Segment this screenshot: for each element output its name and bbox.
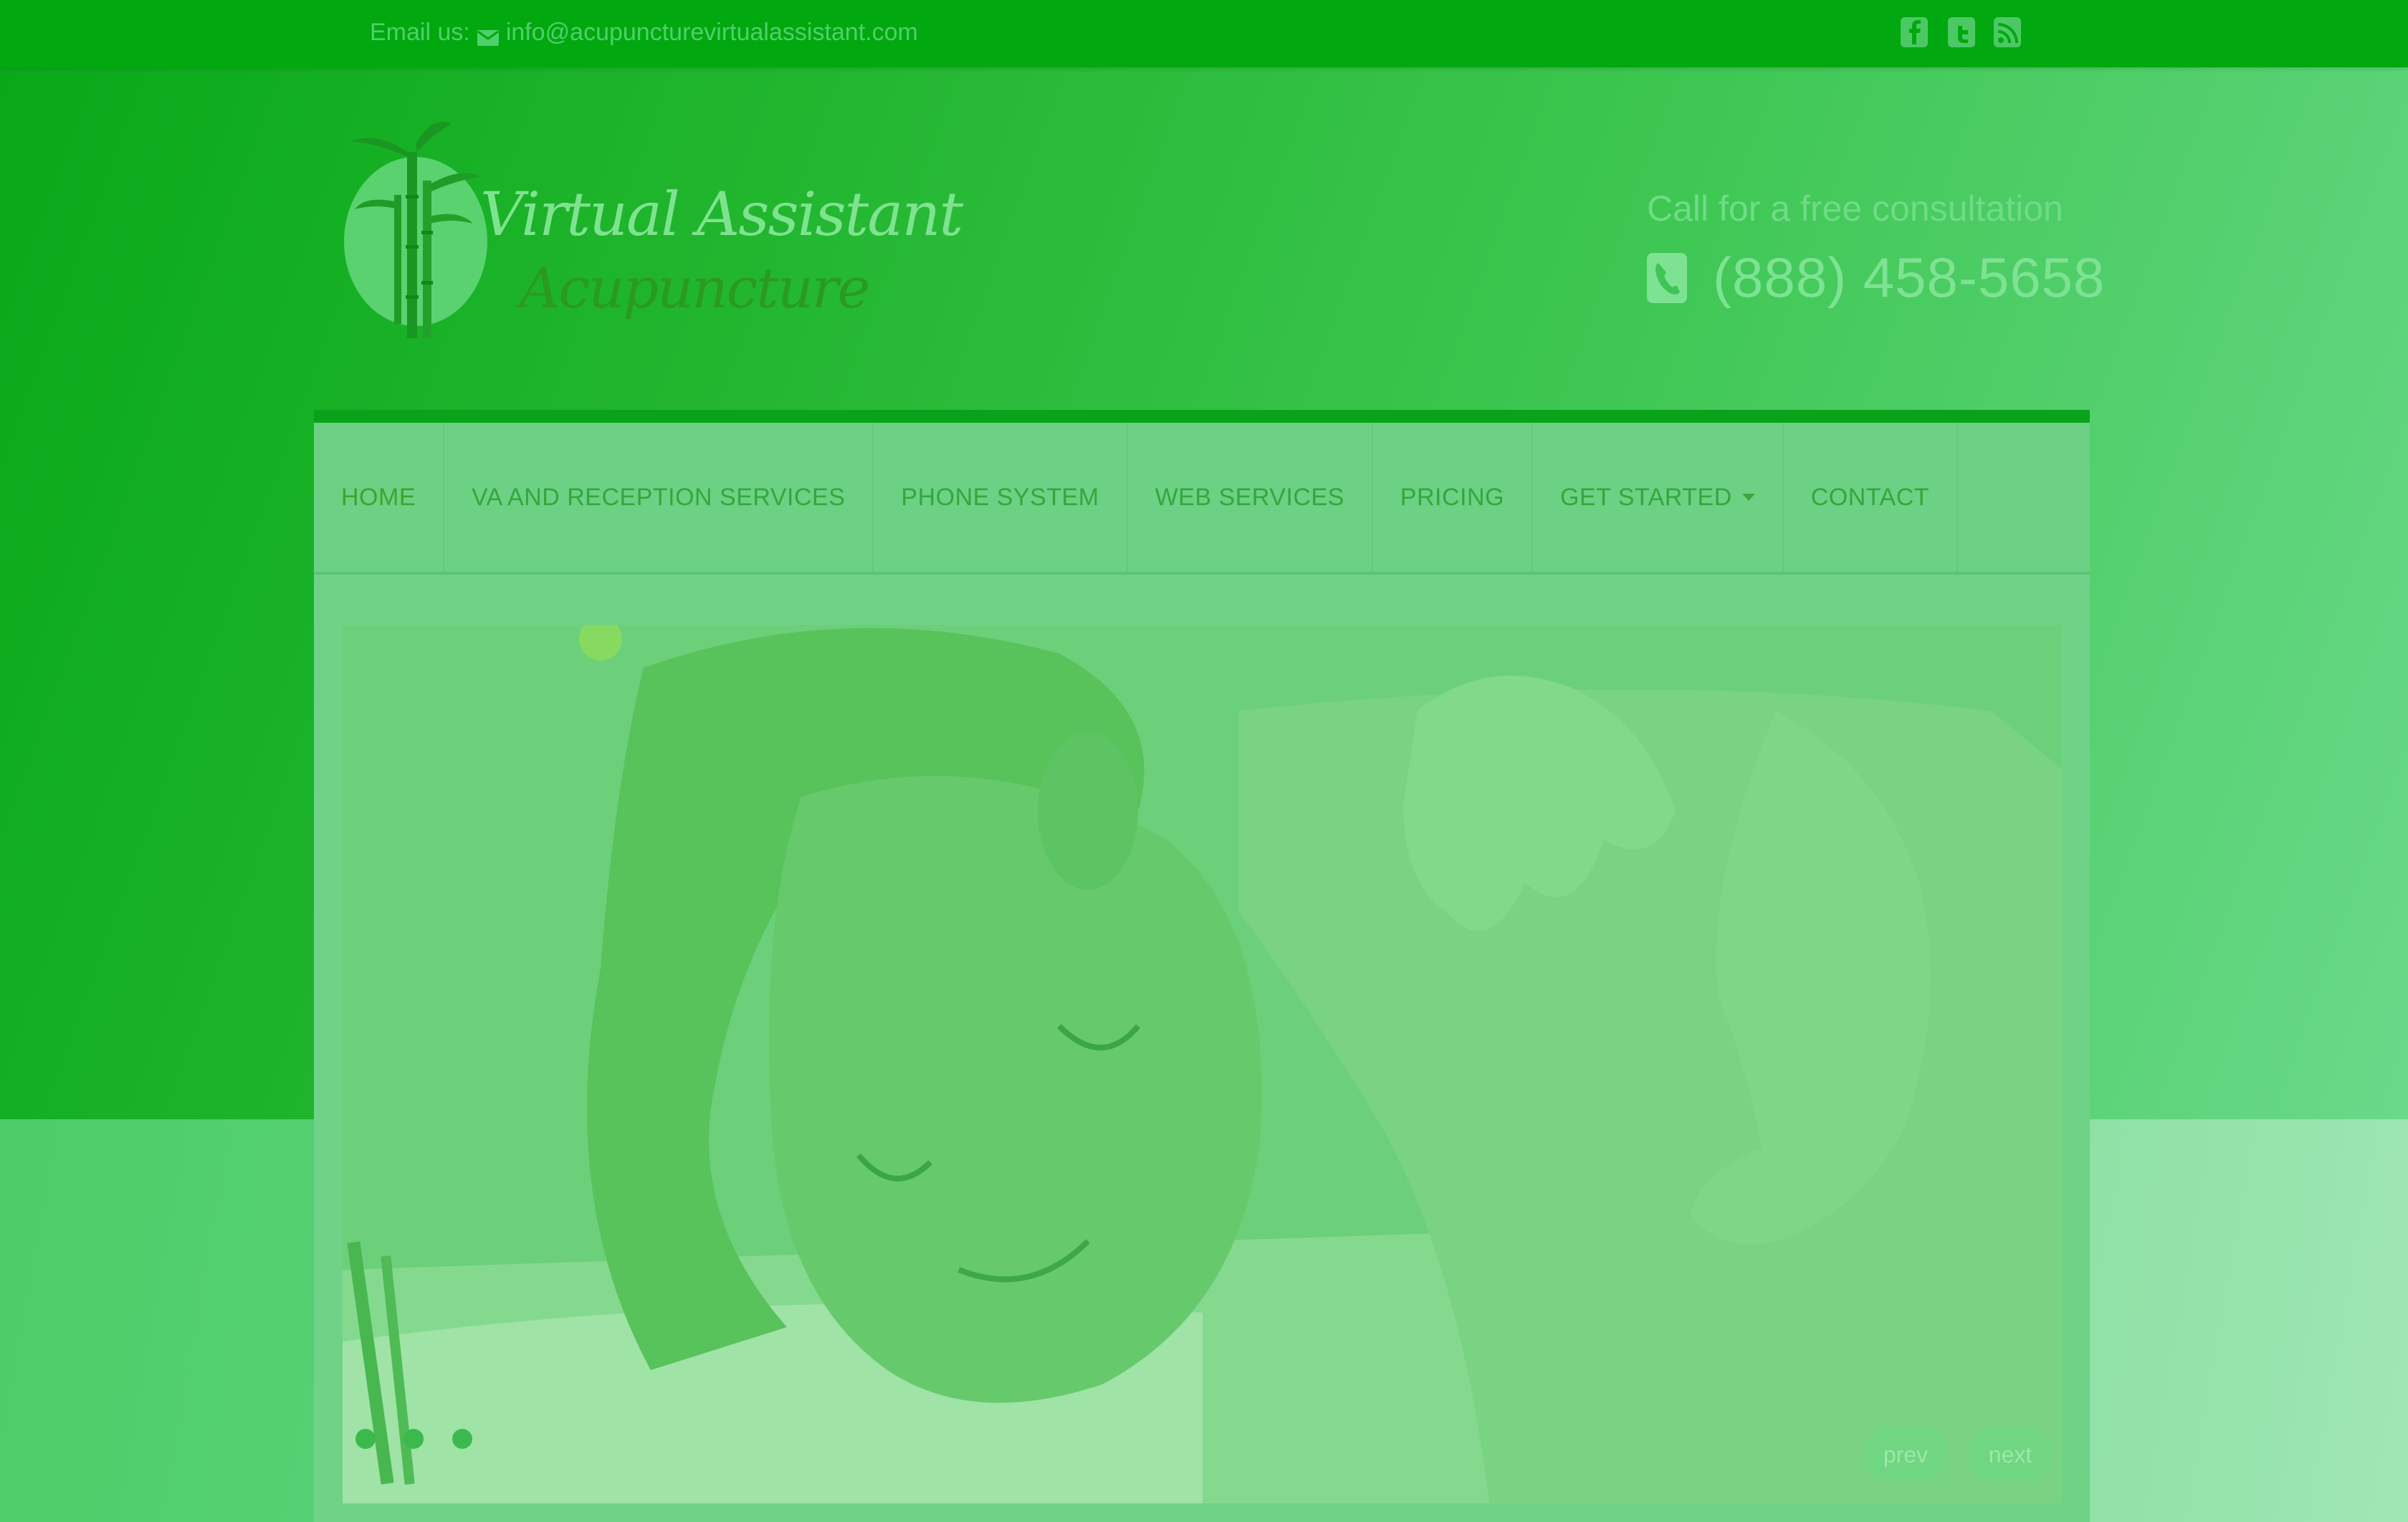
slider-dot-2[interactable]: [403, 1429, 424, 1449]
nav-item-web-services[interactable]: WEB SERVICES: [1128, 423, 1373, 572]
nav-item-get-started[interactable]: GET STARTED: [1533, 423, 1784, 572]
slider-prev-button[interactable]: prev: [1863, 1427, 1948, 1482]
slider-dot-1[interactable]: [355, 1429, 376, 1449]
phone-number[interactable]: (888) 458-5658: [1713, 245, 2105, 310]
phone-icon: [1647, 252, 1687, 303]
phone-contact: (888) 458-5658: [1647, 245, 2105, 310]
rss-icon[interactable]: [1994, 16, 2021, 49]
facebook-icon[interactable]: [1901, 16, 1928, 49]
nav-accent-bar: [314, 410, 2090, 423]
nav-item-phone-system[interactable]: PHONE SYSTEM: [874, 423, 1128, 572]
slider-dot-3[interactable]: [452, 1429, 472, 1449]
top-bar: Email us: info@acupuncturevirtualassista…: [0, 0, 2408, 67]
call-label: Call for a free consultation: [1647, 188, 2063, 229]
hero-slide-image: [343, 625, 2061, 1503]
email-link[interactable]: info@acupuncturevirtualassistant.com: [506, 19, 918, 47]
nav-item-get-started-label: GET STARTED: [1559, 483, 1732, 511]
envelope-icon: [477, 24, 499, 46]
twitter-icon[interactable]: [1948, 16, 1975, 49]
logo-text-primary: Virtual Assistant: [480, 179, 963, 249]
nav-item-home[interactable]: HOME: [314, 423, 444, 572]
caret-down-icon: [1742, 494, 1755, 501]
logo-text-secondary: Acupuncture: [520, 257, 870, 321]
main-navigation: HOME VA AND RECEPTION SERVICES PHONE SYS…: [314, 423, 2090, 575]
email-label: Email us:: [370, 18, 470, 46]
slider-next-button[interactable]: next: [1968, 1427, 2053, 1482]
nav-item-contact[interactable]: CONTACT: [1784, 423, 1959, 572]
nav-item-va-reception-services[interactable]: VA AND RECEPTION SERVICES: [444, 423, 874, 572]
nav-item-pricing[interactable]: PRICING: [1373, 423, 1533, 572]
email-contact: Email us: info@acupuncturevirtualassista…: [370, 16, 918, 49]
hero-slider: [343, 625, 2061, 1503]
